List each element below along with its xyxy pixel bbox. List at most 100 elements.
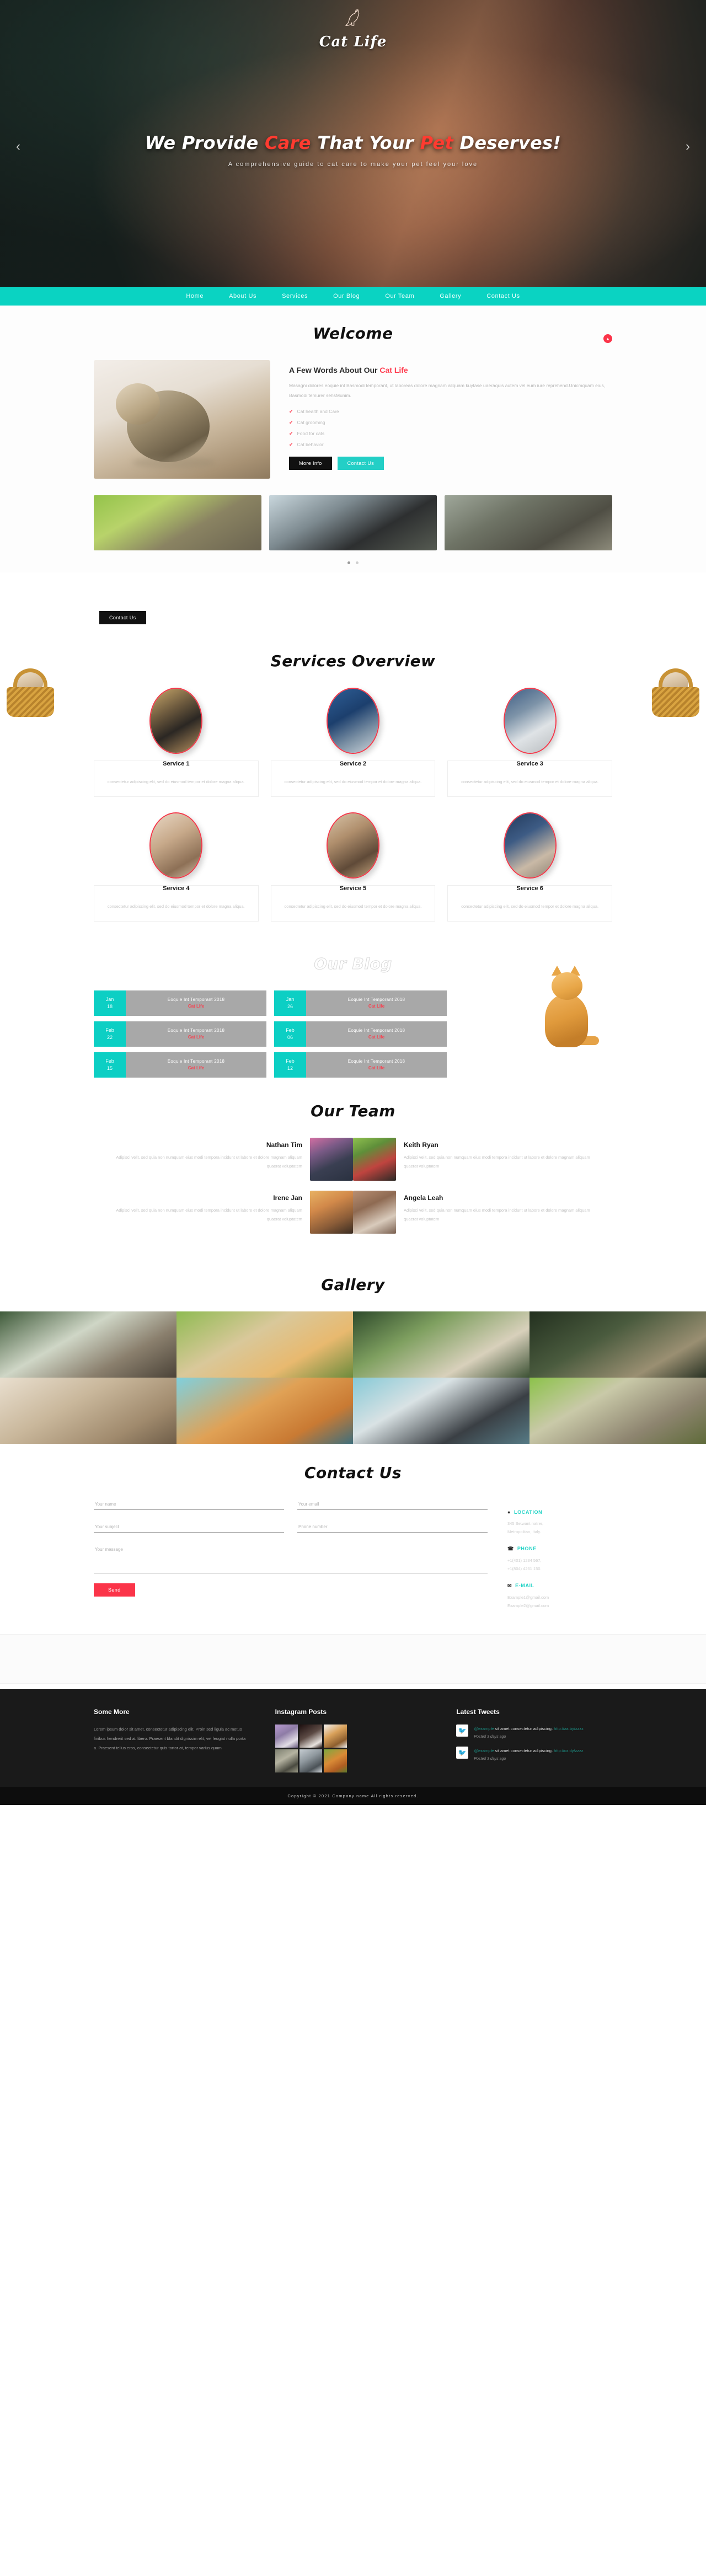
gallery-image-1[interactable] xyxy=(0,1311,176,1378)
instagram-post-1[interactable] xyxy=(275,1724,298,1748)
service-card-1[interactable]: Service 1 consectetur adipiscing elit, s… xyxy=(94,688,259,797)
team-member-4[interactable]: Angela Leah Adipisci velit, sed quia non… xyxy=(353,1190,612,1234)
cta-contact-us-button[interactable]: Contact Us xyxy=(99,611,146,624)
slider-dot-1[interactable] xyxy=(347,561,350,564)
service-description: consectetur adipiscing elit, sed do eius… xyxy=(284,903,422,909)
team-member-photo xyxy=(310,1190,353,1234)
contact-info-line: Metropolitan, Italy. xyxy=(507,1529,541,1534)
map-band[interactable] xyxy=(0,1634,706,1684)
send-button[interactable]: Send xyxy=(94,1583,135,1597)
tweet-handle[interactable]: @example xyxy=(474,1726,494,1731)
blog-post-3[interactable]: Feb 22 Eoquie Int Temporant 2018 Cat Lif… xyxy=(94,1021,266,1047)
tweet-meta: Posted 3 days ago xyxy=(474,1756,506,1761)
check-icon: ✔ xyxy=(289,408,293,414)
site-logo[interactable]: Cat Life xyxy=(319,6,387,50)
service-card-4[interactable]: Service 4 consectetur adipiscing elit, s… xyxy=(94,812,259,922)
phone-icon: ☎ xyxy=(507,1545,514,1551)
blog-heading: Eoquie Int Temporant 2018 xyxy=(167,1028,225,1033)
welcome-feature-list: ✔ Cat health and Care ✔ Cat grooming ✔ F… xyxy=(289,409,612,448)
gallery-image-6[interactable] xyxy=(176,1377,353,1444)
nav-item-contact-us[interactable]: Contact Us xyxy=(486,293,520,299)
tweet-meta: Posted 3 days ago xyxy=(474,1734,506,1739)
gallery-image-3[interactable] xyxy=(353,1311,530,1378)
phone-input[interactable] xyxy=(297,1522,488,1533)
nav-item-services[interactable]: Services xyxy=(282,293,308,299)
team-member-name: Nathan Tim xyxy=(266,1140,302,1149)
welcome-section: ▲ Welcome A Few Words About Our Cat Life… xyxy=(0,306,706,572)
gallery-image-7[interactable] xyxy=(353,1377,530,1444)
hero-prev-arrow[interactable]: ‹ xyxy=(10,139,26,154)
service-image-5 xyxy=(326,812,379,879)
thumbnail-1[interactable] xyxy=(94,495,261,550)
nav-item-about-us[interactable]: About Us xyxy=(229,293,256,299)
tweet-item-1: 🐦 @example sit amet consectetur adipisci… xyxy=(456,1724,612,1739)
subject-input[interactable] xyxy=(94,1522,284,1533)
contact-us-button[interactable]: Contact Us xyxy=(337,456,384,470)
blog-day: 18 xyxy=(106,1003,113,1009)
contact-info-label: PHONE xyxy=(517,1546,537,1551)
team-member-2[interactable]: Keith Ryan Adipisci velit, sed quia non … xyxy=(353,1137,612,1181)
blog-heading: Eoquie Int Temporant 2018 xyxy=(167,997,225,1002)
instagram-post-6[interactable] xyxy=(324,1749,347,1772)
blog-date-badge: Jan 18 xyxy=(94,990,126,1016)
service-card-6[interactable]: Service 6 consectetur adipiscing elit, s… xyxy=(447,812,612,922)
blog-heading: Eoquie Int Temporant 2018 xyxy=(347,997,405,1002)
thumbnail-2[interactable] xyxy=(269,495,437,550)
nav-item-our-blog[interactable]: Our Blog xyxy=(333,293,360,299)
team-member-3[interactable]: Irene Jan Adipisci velit, sed quia non n… xyxy=(94,1190,353,1234)
service-image-2 xyxy=(326,688,379,754)
blog-post-1[interactable]: Jan 18 Eoquie Int Temporant 2018 Cat Lif… xyxy=(94,990,266,1016)
team-row-2: Irene Jan Adipisci velit, sed quia non n… xyxy=(94,1190,612,1234)
services-grid: Service 1 consectetur adipiscing elit, s… xyxy=(94,688,612,922)
instagram-post-5[interactable] xyxy=(299,1749,323,1772)
blog-body: Eoquie Int Temporant 2018 Cat Life xyxy=(306,1052,447,1078)
service-card-2[interactable]: Service 2 consectetur adipiscing elit, s… xyxy=(270,688,436,797)
scroll-to-top-button[interactable]: ▲ xyxy=(603,334,612,343)
nav-item-gallery[interactable]: Gallery xyxy=(440,293,461,299)
hero-title-part1: We Provide xyxy=(145,132,265,153)
hero-next-arrow[interactable]: › xyxy=(680,139,696,154)
main-navigation: Home About Us Services Our Blog Our Team… xyxy=(0,287,706,306)
gallery-image-4[interactable] xyxy=(530,1311,706,1378)
blog-tag: Cat Life xyxy=(188,1004,205,1009)
name-input[interactable] xyxy=(94,1499,284,1510)
blog-post-4[interactable]: Feb 06 Eoquie Int Temporant 2018 Cat Lif… xyxy=(274,1021,447,1047)
tweet-link[interactable]: http://cx.dy/zzzz xyxy=(554,1748,583,1753)
team-member-desc: Adipisci velit, sed quia non numquam eiu… xyxy=(404,1154,590,1169)
contact-info-line: Example1@gmail.com xyxy=(507,1594,549,1600)
blog-post-6[interactable]: Feb 12 Eoquie Int Temporant 2018 Cat Lif… xyxy=(274,1052,447,1078)
blog-month: Feb xyxy=(286,1058,295,1064)
service-card-3[interactable]: Service 3 consectetur adipiscing elit, s… xyxy=(447,688,612,797)
instagram-post-2[interactable] xyxy=(299,1724,323,1748)
service-description: consectetur adipiscing elit, sed do eius… xyxy=(107,903,245,909)
gallery-image-2[interactable] xyxy=(176,1311,353,1378)
instagram-post-4[interactable] xyxy=(275,1749,298,1772)
email-input[interactable] xyxy=(297,1499,488,1510)
blog-heading: Eoquie Int Temporant 2018 xyxy=(347,1028,405,1033)
welcome-heading-plain: A Few Words About Our xyxy=(289,366,380,374)
contact-info-line: 345 Setwant natrer, xyxy=(507,1520,544,1526)
blog-post-2[interactable]: Jan 26 Eoquie Int Temporant 2018 Cat Lif… xyxy=(274,990,447,1016)
message-textarea[interactable] xyxy=(94,1544,488,1573)
slider-dot-2[interactable] xyxy=(356,561,359,564)
tweet-handle[interactable]: @example xyxy=(474,1748,494,1753)
blog-grid: Jan 18 Eoquie Int Temporant 2018 Cat Lif… xyxy=(94,990,447,1078)
tweet-link[interactable]: http://ax.by/zzzz xyxy=(554,1726,584,1731)
service-description: consectetur adipiscing elit, sed do eius… xyxy=(107,779,245,784)
more-info-button[interactable]: More Info xyxy=(289,456,332,470)
check-icon: ✔ xyxy=(289,419,293,425)
service-card-5[interactable]: Service 5 consectetur adipiscing elit, s… xyxy=(270,812,436,922)
instagram-post-3[interactable] xyxy=(324,1724,347,1748)
team-member-1[interactable]: Nathan Tim Adipisci velit, sed quia non … xyxy=(94,1137,353,1181)
check-icon: ✔ xyxy=(289,430,293,436)
gallery-image-8[interactable] xyxy=(530,1377,706,1444)
team-row-1: Nathan Tim Adipisci velit, sed quia non … xyxy=(94,1137,612,1181)
footer-instagram: Instagram Posts xyxy=(275,1708,431,1772)
blog-post-5[interactable]: Feb 15 Eoquie Int Temporant 2018 Cat Lif… xyxy=(94,1052,266,1078)
nav-item-our-team[interactable]: Our Team xyxy=(385,293,414,299)
contact-info-email: ✉ E-MAIL Example1@gmail.com Example2@gma… xyxy=(507,1583,612,1610)
service-description: consectetur adipiscing elit, sed do eius… xyxy=(284,779,422,784)
thumbnail-3[interactable] xyxy=(445,495,612,550)
gallery-image-5[interactable] xyxy=(0,1377,176,1444)
nav-item-home[interactable]: Home xyxy=(186,293,204,299)
